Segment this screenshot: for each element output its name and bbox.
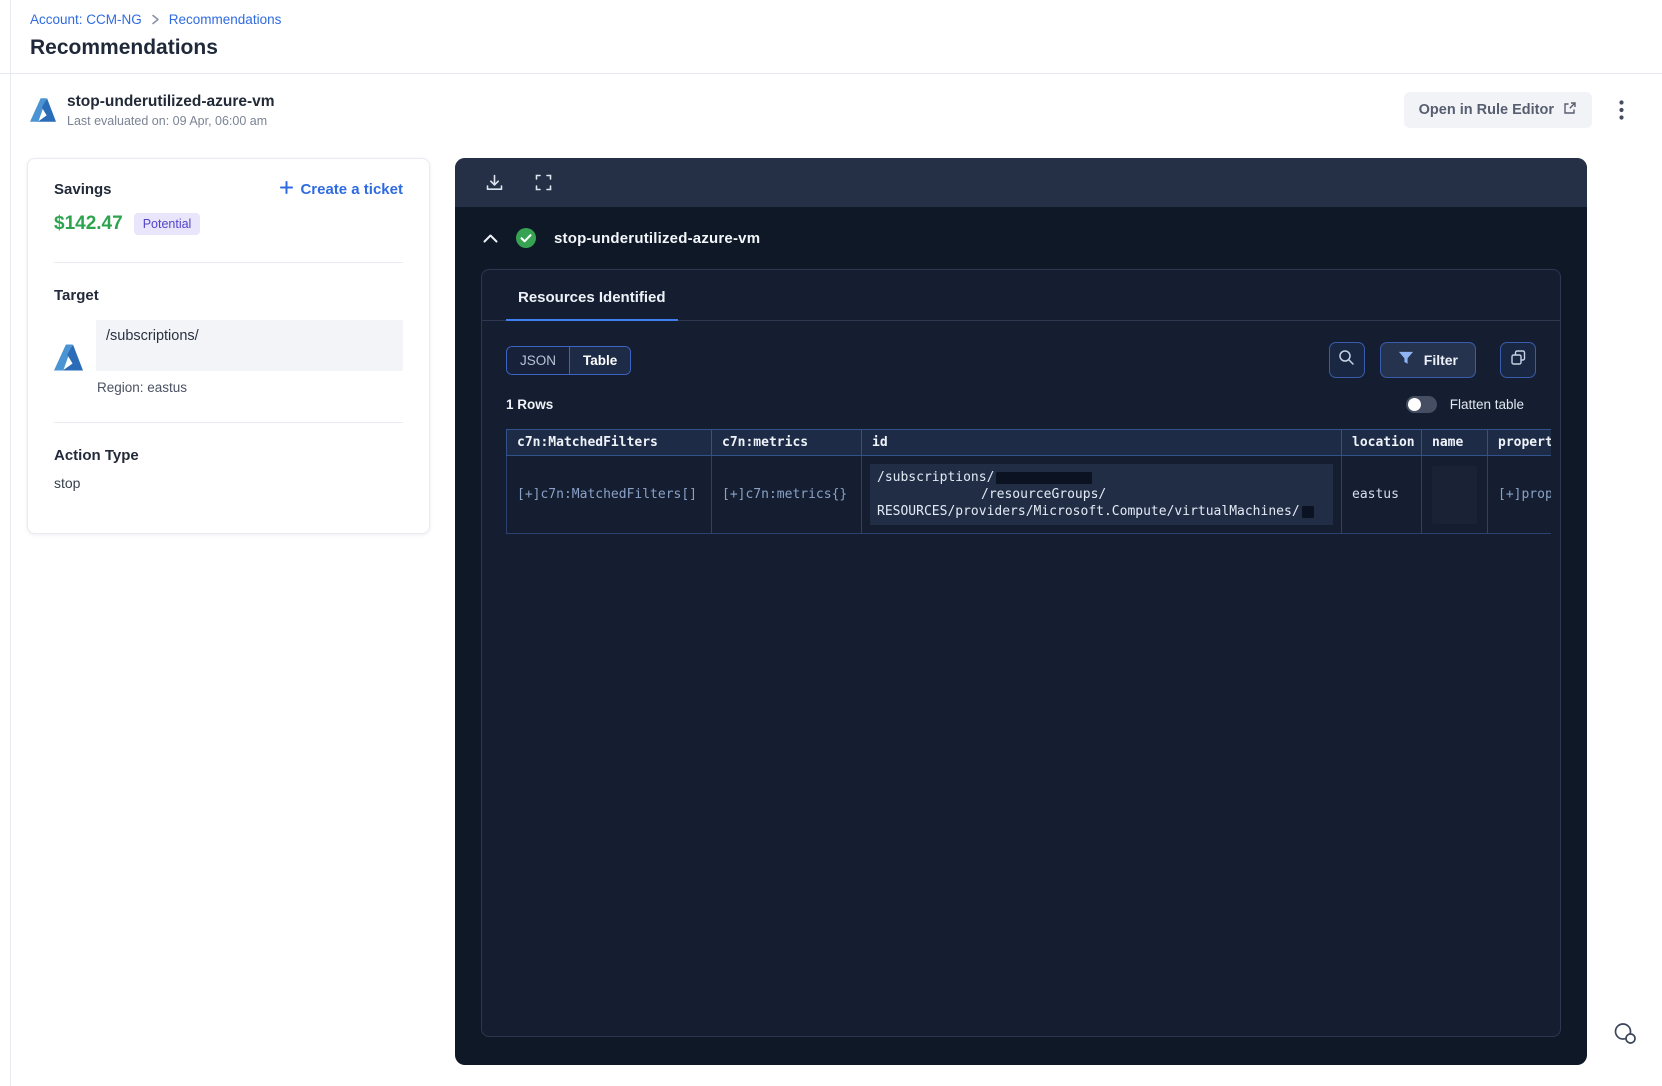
download-icon[interactable] [485, 173, 504, 192]
breadcrumb: Account: CCM-NG Recommendations [30, 12, 1634, 27]
more-options-kebab-icon[interactable] [1610, 97, 1632, 123]
app-edge-divider [10, 0, 11, 1086]
savings-amount: $142.47 [54, 213, 123, 234]
plus-icon [280, 181, 294, 198]
target-label: Target [54, 287, 99, 304]
redacted-subscription-id [996, 471, 1093, 484]
action-type-value: stop [54, 475, 81, 491]
rule-last-evaluated: Last evaluated on: 09 Apr, 06:00 am [67, 113, 268, 128]
open-in-rule-editor-button[interactable]: Open in Rule Editor [1403, 92, 1592, 128]
cell-metrics[interactable]: [+]c7n:metrics{} [711, 455, 862, 534]
tab-row: Resources Identified [482, 270, 1560, 321]
flatten-table-toggle[interactable] [1405, 396, 1437, 413]
support-chat-icon[interactable] [1612, 1021, 1638, 1052]
column-header-matched-filters[interactable]: c7n:MatchedFilters [506, 429, 712, 456]
view-mode-json[interactable]: JSON [507, 346, 571, 374]
cell-name[interactable] [1421, 455, 1488, 534]
target-path: /subscriptions/ [96, 320, 403, 371]
column-header-id[interactable]: id [861, 429, 1342, 456]
target-row: /subscriptions/ Region: eastus [54, 320, 403, 395]
filter-button[interactable]: Filter [1379, 342, 1476, 378]
view-mode-segmented-control: JSON Table [506, 345, 632, 375]
table-row: [+]c7n:MatchedFilters[] [+]c7n:metrics{}… [506, 455, 1551, 534]
cell-location[interactable]: eastus [1341, 455, 1422, 534]
cell-properties[interactable]: [+]properties{} [1487, 455, 1551, 534]
rule-identity: stop-underutilized-azure-vm Last evaluat… [30, 93, 275, 128]
action-type-label: Action Type [54, 447, 139, 464]
cell-matched-filters[interactable]: [+]c7n:MatchedFilters[] [506, 455, 712, 534]
cell-id[interactable]: /subscriptions/ /resourceGroups/ RESOURC… [861, 455, 1342, 534]
fullscreen-icon[interactable] [534, 173, 553, 192]
azure-icon [54, 344, 83, 371]
tab-resources-identified[interactable]: Resources Identified [506, 289, 678, 321]
controls-row: JSON Table Filter [482, 321, 1560, 378]
toggle-knob [1407, 398, 1421, 411]
redacted-name [1432, 465, 1477, 524]
viewer-toolbar [455, 158, 1587, 207]
search-button[interactable] [1328, 342, 1365, 378]
chevron-up-icon[interactable] [483, 234, 498, 243]
rule-actions: Open in Rule Editor [1403, 92, 1632, 128]
copy-button[interactable] [1500, 342, 1536, 378]
view-mode-table[interactable]: Table [570, 346, 631, 374]
breadcrumb-account-link[interactable]: Account: CCM-NG [30, 12, 142, 27]
viewer-rule-name: stop-underutilized-azure-vm [554, 229, 761, 247]
page-header: Account: CCM-NG Recommendations Recommen… [0, 0, 1662, 74]
filter-funnel-icon [1398, 351, 1414, 369]
breadcrumb-current-link[interactable]: Recommendations [169, 12, 282, 27]
main-content: Savings Create a ticket $142.47 Potentia… [0, 144, 1662, 1065]
external-link-icon [1563, 101, 1577, 119]
flatten-table-label: Flatten table [1449, 397, 1524, 412]
resources-table-viewport: c7n:MatchedFilters c7n:metrics id locati… [506, 429, 1551, 534]
resources-viewer-panel: stop-underutilized-azure-vm Resources Id… [455, 158, 1587, 1065]
column-header-location[interactable]: location [1341, 429, 1422, 456]
column-header-metrics[interactable]: c7n:metrics [711, 429, 862, 456]
create-ticket-label: Create a ticket [300, 181, 403, 198]
target-region: Region: eastus [97, 380, 188, 395]
savings-label: Savings [54, 181, 112, 198]
page-title: Recommendations [30, 36, 218, 59]
id-value: /subscriptions/ /resourceGroups/ RESOURC… [870, 464, 1333, 525]
search-icon [1338, 349, 1355, 371]
resources-table: c7n:MatchedFilters c7n:metrics id locati… [506, 429, 1551, 534]
resources-identified-card: Resources Identified JSON Table Filter 1… [481, 269, 1561, 1037]
viewer-title-row: stop-underutilized-azure-vm [455, 207, 1587, 269]
rule-name: stop-underutilized-azure-vm [67, 92, 275, 110]
filter-label: Filter [1423, 352, 1458, 368]
column-header-properties[interactable]: properties [1487, 429, 1551, 456]
potential-badge: Potential [133, 213, 201, 235]
chevron-right-icon [151, 14, 160, 25]
rows-count: 1 Rows [506, 397, 554, 412]
copy-icon [1510, 349, 1527, 371]
divider [54, 422, 403, 423]
rule-header: stop-underutilized-azure-vm Last evaluat… [0, 74, 1662, 144]
success-check-icon [515, 227, 537, 249]
redacted-vm-name [1301, 505, 1314, 518]
divider [54, 262, 403, 263]
open-in-rule-editor-label: Open in Rule Editor [1418, 102, 1554, 118]
savings-card: Savings Create a ticket $142.47 Potentia… [27, 158, 430, 534]
create-ticket-link[interactable]: Create a ticket [280, 181, 403, 198]
table-header-row: c7n:MatchedFilters c7n:metrics id locati… [506, 429, 1551, 456]
azure-icon [30, 98, 56, 122]
column-header-name[interactable]: name [1421, 429, 1488, 456]
table-meta-row: 1 Rows Flatten table [482, 378, 1560, 421]
